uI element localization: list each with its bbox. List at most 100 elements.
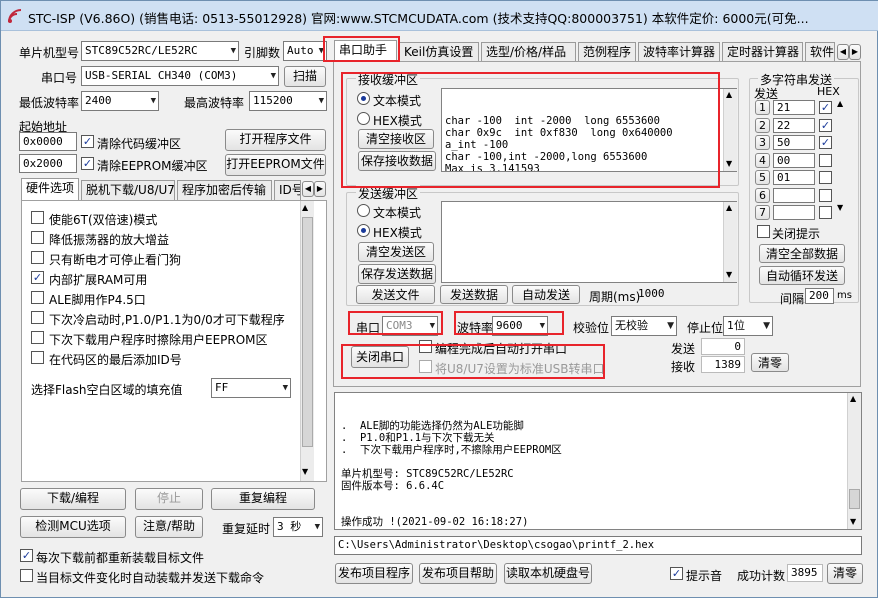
send-textarea[interactable]: [441, 201, 737, 283]
send-file-button[interactable]: 发送文件: [356, 285, 435, 304]
scroll-thumb[interactable]: [849, 489, 860, 509]
option-checkbox[interactable]: [31, 351, 44, 364]
reload-label: 每次下载前都重新装载目标文件: [36, 551, 205, 565]
publish-program-button[interactable]: 发布项目程序: [335, 563, 413, 584]
multi-send-hex-checkbox[interactable]: [819, 171, 832, 184]
clear-send-button[interactable]: 清空发送区: [358, 242, 434, 262]
multi-send-hex-checkbox[interactable]: ✓: [819, 136, 832, 149]
close-hint-checkbox[interactable]: [757, 225, 770, 238]
stop-bit-select[interactable]: 1位 ▼: [723, 316, 773, 336]
auto-send-button[interactable]: 自动发送: [512, 285, 580, 304]
download-program-button[interactable]: 下载/编程: [20, 488, 126, 510]
multi-send-row-button[interactable]: 3: [755, 135, 770, 150]
pin-count-select[interactable]: Auto ▼: [283, 41, 327, 61]
multi-send-row-input[interactable]: 21: [773, 100, 815, 115]
send-text-mode-radio[interactable]: [357, 204, 370, 217]
port-select[interactable]: USB-SERIAL CH340 (COM3) ▼: [81, 66, 279, 86]
tab-main-1[interactable]: Keil仿真设置: [399, 42, 479, 62]
multi-send-hex-checkbox[interactable]: [819, 206, 832, 219]
tab-encrypt[interactable]: 程序加密后传输: [177, 180, 272, 200]
option-checkbox[interactable]: [31, 231, 44, 244]
scroll-thumb[interactable]: [302, 217, 313, 447]
multi-send-hex-checkbox[interactable]: [819, 153, 832, 167]
read-disk-id-button[interactable]: 读取本机硬盘号: [504, 563, 592, 584]
option-checkbox[interactable]: [31, 291, 44, 304]
send-scrollbar[interactable]: ▲ ▼: [723, 202, 737, 282]
tab-main-5[interactable]: 定时器计算器: [722, 42, 803, 62]
send-hex-mode-radio[interactable]: [357, 224, 370, 237]
multi-send-row-input[interactable]: 50: [773, 135, 815, 150]
hardware-options-panel: 使能6T(双倍速)模式 降低振荡器的放大增益 只有断电才可停止看门狗 ✓ 内部扩展RAM…: [21, 200, 327, 482]
flash-fill-select[interactable]: FF ▼: [211, 378, 291, 398]
save-send-button[interactable]: 保存发送数据: [358, 264, 436, 284]
multi-send-row-input[interactable]: [773, 205, 815, 220]
publish-help-button[interactable]: 发布项目帮助: [419, 563, 497, 584]
open-program-button[interactable]: 打开程序文件: [225, 129, 326, 151]
check-mcu-button[interactable]: 检测MCU选项: [20, 516, 126, 538]
period-label: 周期(ms): [589, 290, 641, 304]
multi-send-row-button[interactable]: 5: [755, 170, 770, 185]
clear-success-button[interactable]: 清零: [827, 563, 863, 584]
log-scrollbar[interactable]: ▲ ▼: [847, 393, 861, 529]
multi-send-scrollbar[interactable]: ▲ ▼: [835, 99, 849, 217]
multi-send-hex-checkbox[interactable]: ✓: [819, 118, 832, 132]
clear-eeprom-checkbox[interactable]: ✓: [81, 157, 94, 170]
multi-send-hex-checkbox[interactable]: ✓: [819, 101, 832, 114]
option-checkbox[interactable]: [31, 331, 44, 344]
tab-scroll-left-button[interactable]: ◀: [302, 181, 314, 197]
multi-send-row-input[interactable]: 00: [773, 152, 815, 168]
code-address-input[interactable]: 0x0000: [19, 132, 77, 151]
multi-send-row-button[interactable]: 1: [755, 100, 770, 115]
receive-scrollbar[interactable]: ▲ ▼: [723, 89, 737, 171]
multi-send-row-button[interactable]: 4: [755, 152, 770, 168]
period-input[interactable]: 1000: [635, 285, 671, 304]
open-eeprom-button[interactable]: 打开EEPROM文件: [225, 154, 326, 176]
help-button[interactable]: 注意/帮助: [135, 516, 203, 538]
option-checkbox[interactable]: [31, 211, 44, 224]
clear-all-data-button[interactable]: 清空全部数据: [759, 244, 845, 263]
tone-checkbox[interactable]: ✓: [670, 567, 683, 580]
tab-main-2[interactable]: 选型/价格/样品: [481, 42, 576, 62]
options-scrollbar[interactable]: ▲ ▼: [300, 201, 314, 481]
option-checkbox[interactable]: ✓: [31, 271, 44, 284]
clear-counters-button[interactable]: 清零: [751, 353, 789, 372]
scan-button[interactable]: 扫描: [284, 66, 326, 87]
send-data-button[interactable]: 发送数据: [440, 285, 508, 304]
send-text-mode-label: 文本模式: [373, 206, 422, 220]
retry-delay-select[interactable]: 3 秒 ▼: [273, 517, 323, 537]
tab-id-number[interactable]: ID号: [274, 180, 301, 200]
min-baud-select[interactable]: 2400 ▼: [81, 91, 159, 111]
multi-send-hex-checkbox[interactable]: [819, 188, 832, 202]
mcu-type-select[interactable]: STC89C52RC/LE52RC ▼: [81, 41, 239, 61]
multi-send-row-input[interactable]: [773, 187, 815, 203]
eeprom-address-input[interactable]: 0x2000: [19, 154, 77, 173]
multi-send-row-button[interactable]: 2: [755, 117, 770, 133]
max-baud-select[interactable]: 115200 ▼: [249, 91, 327, 111]
parity-select[interactable]: 无校验 ▼: [611, 316, 677, 336]
multi-send-row-input[interactable]: 01: [773, 170, 815, 185]
tabs-scroll-right-button[interactable]: ▶: [849, 44, 861, 60]
min-baud-label: 最低波特率: [19, 96, 80, 110]
option-checkbox[interactable]: [31, 251, 44, 264]
option-checkbox[interactable]: [31, 311, 44, 324]
tab-hardware-options[interactable]: 硬件选项: [21, 178, 79, 200]
redownload-button[interactable]: 重复编程: [211, 488, 315, 510]
multi-send-row-input[interactable]: 22: [773, 117, 815, 133]
tab-offline-download[interactable]: 脱机下载/U8/U7: [81, 180, 175, 200]
tab-scroll-right-button[interactable]: ▶: [314, 181, 326, 197]
tab-main-6[interactable]: 软件: [805, 42, 835, 62]
reload-checkbox[interactable]: ✓: [20, 549, 33, 562]
auto-loop-send-button[interactable]: 自动循环发送: [759, 266, 845, 285]
tabs-scroll-left-button[interactable]: ◀: [837, 44, 849, 60]
multi-send-row-button[interactable]: 6: [755, 187, 770, 203]
tab-main-4[interactable]: 波特率计算器: [638, 42, 720, 62]
tab-main-3[interactable]: 范例程序: [578, 42, 636, 62]
option-label: 下次冷启动时,P1.0/P1.1为0/0才可下载程序: [49, 313, 285, 327]
flash-fill-label: 选择Flash空白区域的填充值: [31, 383, 183, 397]
clear-code-checkbox[interactable]: ✓: [81, 135, 94, 148]
stop-button[interactable]: 停止: [135, 488, 203, 510]
recv-count-value: 1389: [701, 356, 745, 373]
interval-input[interactable]: 200: [805, 288, 834, 304]
auto-send-checkbox[interactable]: [20, 569, 33, 582]
multi-send-row-button[interactable]: 7: [755, 205, 770, 220]
